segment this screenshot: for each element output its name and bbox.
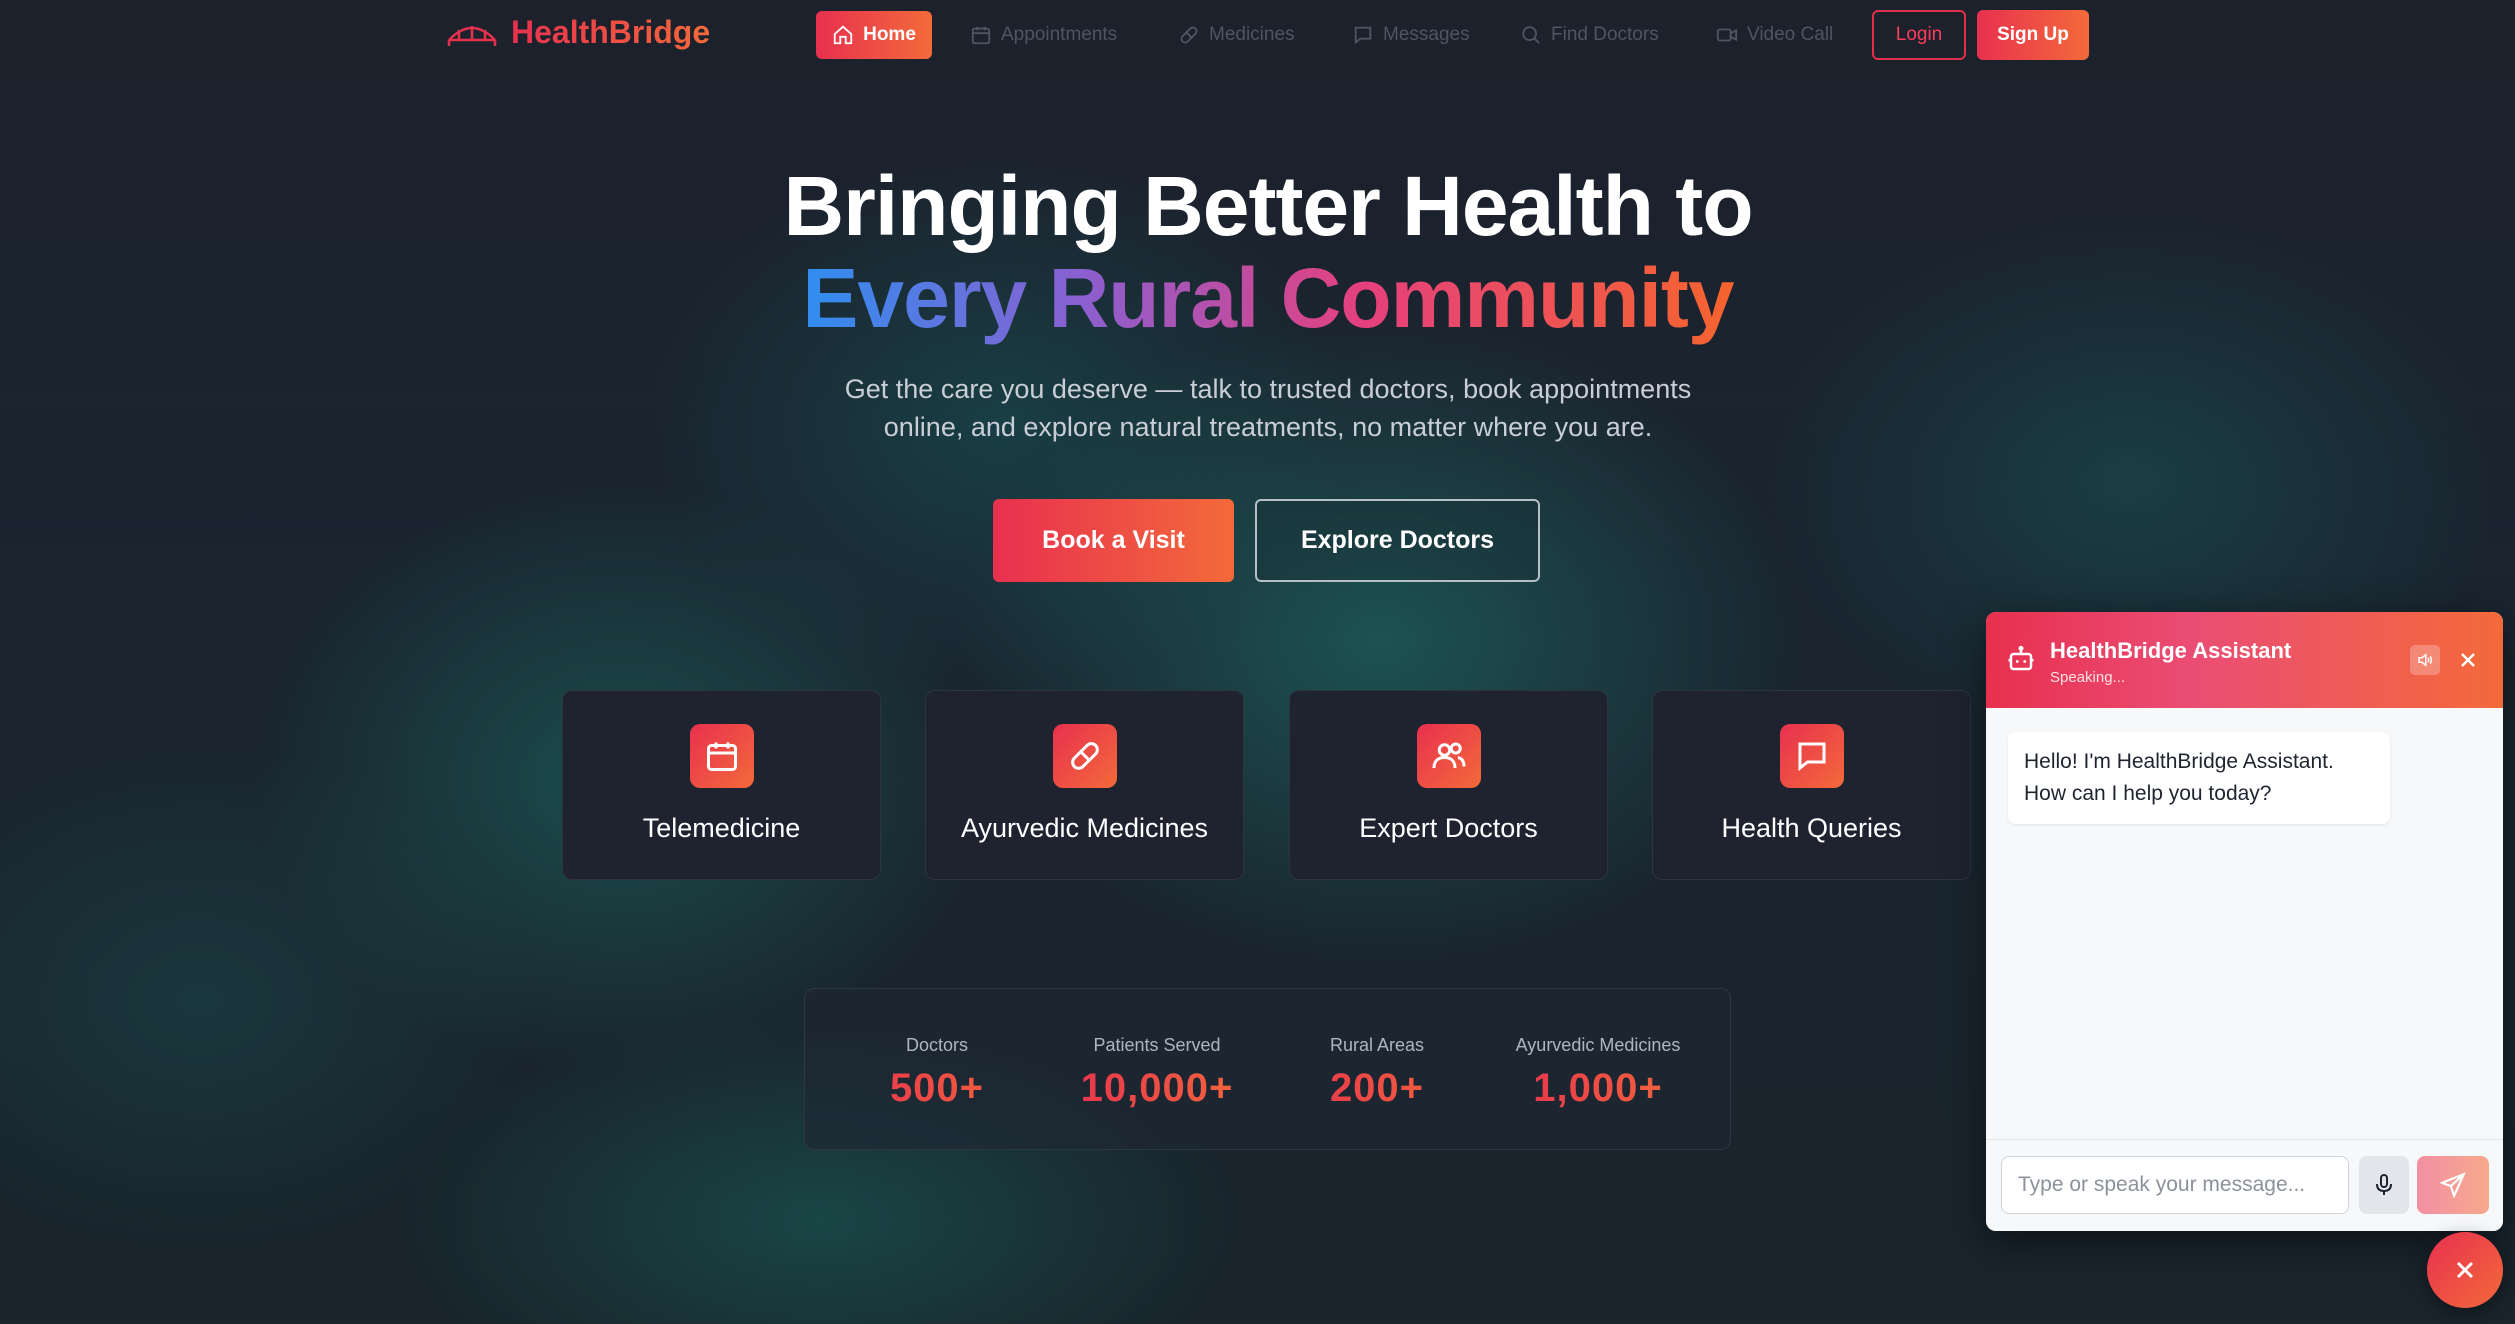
bridge-icon xyxy=(447,25,497,46)
book-visit-button[interactable]: Book a Visit xyxy=(993,499,1234,582)
stats-panel: Doctors 500+ Patients Served 10,000+ Rur… xyxy=(804,988,1731,1150)
feature-icon-box xyxy=(1417,724,1481,788)
stat-label: Patients Served xyxy=(1093,1035,1221,1055)
search-icon xyxy=(1522,26,1540,44)
close-icon xyxy=(2461,653,2475,667)
pill-icon xyxy=(1180,26,1198,44)
feature-card-telemedicine[interactable]: Telemedicine xyxy=(562,690,881,880)
message-icon xyxy=(1354,26,1372,45)
users-icon xyxy=(1432,742,1466,769)
nav-find-doctors-label: Find Doctors xyxy=(1551,24,1659,45)
nav-home[interactable]: Home xyxy=(816,11,932,59)
hero-title-line1: Bringing Better Health to xyxy=(783,159,1753,253)
chat-message-input[interactable] xyxy=(2001,1156,2349,1214)
pill-icon xyxy=(1071,742,1099,770)
nav-medicines-label: Medicines xyxy=(1209,24,1295,45)
calendar-icon xyxy=(971,26,991,45)
stat-ayurvedic-medicines: Ayurvedic Medicines 1,000+ xyxy=(1498,1035,1698,1111)
assistant-message: Hello! I'm HealthBridge Assistant. How c… xyxy=(2008,732,2390,824)
stat-value: 1,000+ xyxy=(1498,1066,1698,1111)
top-navbar: HealthBridge Home Appointments Medicines… xyxy=(0,0,2515,70)
signup-button[interactable]: Sign Up xyxy=(1977,10,2089,60)
close-icon xyxy=(2456,1261,2474,1279)
video-icon xyxy=(1716,28,1738,42)
explore-doctors-button[interactable]: Explore Doctors xyxy=(1255,499,1540,582)
speaker-icon xyxy=(2418,653,2433,667)
login-button[interactable]: Login xyxy=(1872,10,1966,60)
chat-close-button[interactable] xyxy=(2456,648,2480,672)
stat-label: Rural Areas xyxy=(1329,1035,1425,1055)
microphone-icon xyxy=(2376,1174,2392,1195)
stat-doctors: Doctors 500+ xyxy=(837,1035,1037,1111)
feature-icon-box xyxy=(690,724,754,788)
nav-appointments-label: Appointments xyxy=(1001,24,1118,45)
hero-title-line2: Every Rural Community xyxy=(802,251,1734,345)
nav-video-call[interactable]: Video Call xyxy=(1716,11,1833,59)
microphone-button[interactable] xyxy=(2359,1156,2409,1214)
calendar-icon xyxy=(707,742,737,771)
send-icon xyxy=(2440,1172,2466,1198)
chat-toggle-button[interactable] xyxy=(2427,1232,2503,1308)
hero-subtitle: Get the care you deserve — talk to trust… xyxy=(844,374,1692,442)
nav-medicines[interactable]: Medicines xyxy=(1178,11,1295,59)
send-button[interactable] xyxy=(2417,1156,2489,1214)
nav-find-doctors[interactable]: Find Doctors xyxy=(1520,11,1659,59)
stat-label: Ayurvedic Medicines xyxy=(1515,1035,1681,1055)
feature-icon-box xyxy=(1780,724,1844,788)
stat-rural-areas: Rural Areas 200+ xyxy=(1277,1035,1477,1111)
stat-value: 500+ xyxy=(837,1066,1037,1111)
hero-title: Bringing Better Health to Every Rural Co… xyxy=(0,160,2515,344)
nav-video-call-label: Video Call xyxy=(1747,24,1834,45)
nav-messages-label: Messages xyxy=(1383,24,1470,45)
home-icon xyxy=(833,25,853,45)
stat-value: 10,000+ xyxy=(1057,1066,1257,1111)
chat-title: HealthBridge Assistant xyxy=(2050,638,2292,663)
volume-button[interactable] xyxy=(2410,645,2440,675)
feature-label: Telemedicine xyxy=(642,813,801,843)
nav-home-label: Home xyxy=(863,24,916,45)
feature-card-health-queries[interactable]: Health Queries xyxy=(1652,690,1971,880)
stat-value: 200+ xyxy=(1277,1066,1477,1111)
chat-header: HealthBridge Assistant Speaking... xyxy=(1986,612,2503,708)
chat-status: Speaking... xyxy=(2050,669,2126,686)
nav-messages[interactable]: Messages xyxy=(1352,11,1470,59)
brand-logo[interactable]: HealthBridge xyxy=(447,14,710,51)
chat-assistant-panel: HealthBridge Assistant Speaking... Hello… xyxy=(1986,612,2503,1231)
feature-card-ayurvedic-medicines[interactable]: Ayurvedic Medicines xyxy=(925,690,1244,880)
feature-icon-box xyxy=(1053,724,1117,788)
stat-label: Doctors xyxy=(905,1035,968,1055)
feature-label: Ayurvedic Medicines xyxy=(960,813,1209,843)
message-icon xyxy=(1798,742,1826,772)
feature-label: Expert Doctors xyxy=(1359,813,1538,843)
bot-icon xyxy=(2006,644,2036,674)
nav-appointments[interactable]: Appointments xyxy=(970,11,1117,59)
chat-footer xyxy=(1986,1139,2503,1231)
feature-card-expert-doctors[interactable]: Expert Doctors xyxy=(1289,690,1608,880)
stat-patients-served: Patients Served 10,000+ xyxy=(1057,1035,1257,1111)
feature-label: Health Queries xyxy=(1721,813,1902,843)
brand-name: HealthBridge xyxy=(511,14,711,50)
